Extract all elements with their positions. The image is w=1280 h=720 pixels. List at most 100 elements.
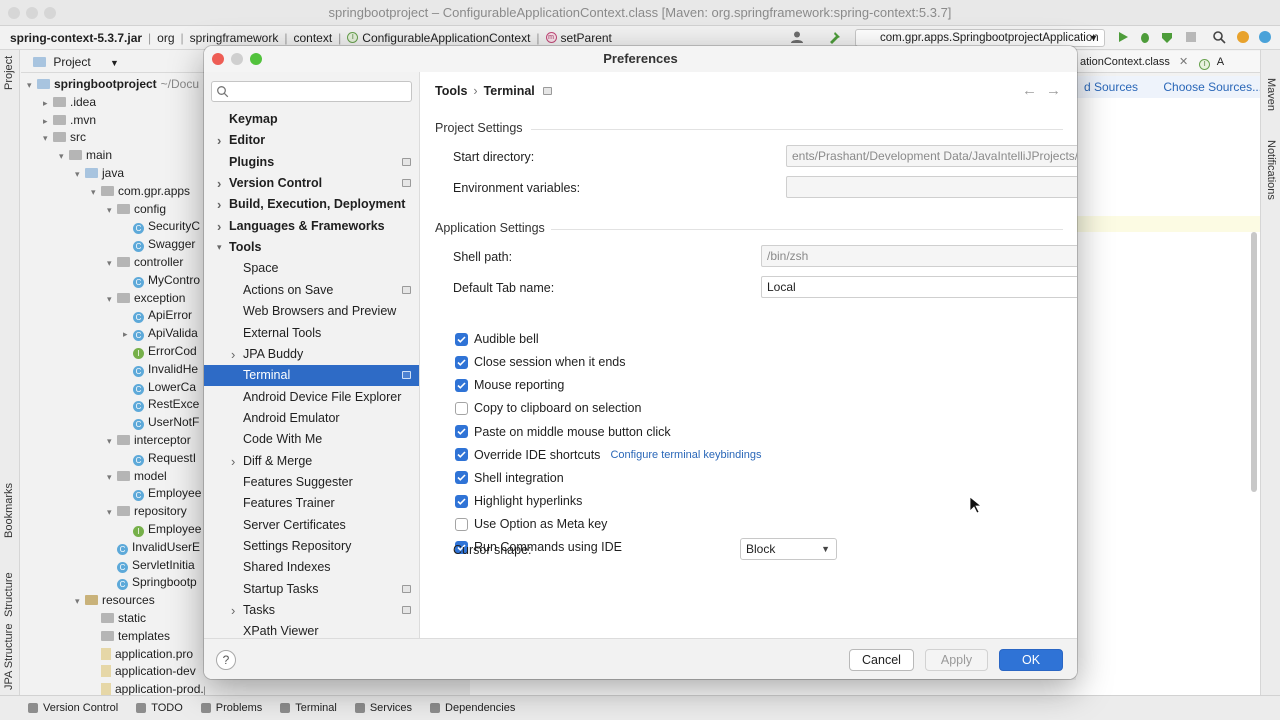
- tree-item[interactable]: I ErrorCod: [123, 342, 197, 360]
- tree-item[interactable]: ▾ java: [75, 164, 124, 182]
- tree-item[interactable]: C SecurityC: [123, 217, 200, 235]
- problems-tab[interactable]: Problems: [200, 702, 262, 714]
- sidebar-item-features-suggester[interactable]: Features Suggester: [204, 472, 419, 493]
- sidebar-item-settings-repository[interactable]: Settings Repository: [204, 536, 419, 557]
- tree-item[interactable]: C ApiError: [123, 306, 192, 324]
- expand-arrow-icon[interactable]: ▾: [59, 147, 69, 165]
- sidebar-item-external-tools[interactable]: External Tools: [204, 323, 419, 344]
- sidebar-item-shared-indexes[interactable]: Shared Indexes: [204, 557, 419, 578]
- sidebar-item-startup-tasks[interactable]: Startup Tasks: [204, 579, 419, 600]
- sidebar-item-build-execution-deployment[interactable]: › Build, Execution, Deployment: [204, 194, 419, 215]
- expand-arrow-icon[interactable]: ▾: [75, 165, 85, 183]
- tree-item[interactable]: ▾ controller: [107, 253, 183, 271]
- stop-icon[interactable]: [1184, 30, 1198, 44]
- maven-tool-tab[interactable]: Maven: [1265, 78, 1277, 111]
- tree-item[interactable]: C RequestI: [123, 449, 196, 467]
- tree-item[interactable]: C Swagger: [123, 235, 195, 253]
- chevron-right-icon[interactable]: ›: [231, 600, 241, 621]
- jpa-structure-tool-tab[interactable]: JPA Structure: [3, 624, 15, 690]
- sidebar-item-terminal[interactable]: Terminal: [204, 365, 419, 387]
- configure-keybindings-link[interactable]: Configure terminal keybindings: [610, 449, 761, 461]
- download-sources-link[interactable]: d Sources: [1076, 80, 1138, 94]
- expand-arrow-icon[interactable]: ▾: [107, 290, 117, 308]
- cursor-shape-select[interactable]: Block ▼: [740, 538, 837, 560]
- tree-item[interactable]: ▾ model: [107, 467, 167, 485]
- expand-arrow-icon[interactable]: ▸: [123, 325, 133, 343]
- sidebar-item-space[interactable]: Space: [204, 258, 419, 279]
- dependencies-tab[interactable]: Dependencies: [430, 702, 515, 714]
- ok-button[interactable]: OK: [999, 649, 1063, 671]
- sidebar-item-keymap[interactable]: Keymap: [204, 109, 419, 130]
- sidebar-item-editor[interactable]: › Editor: [204, 130, 419, 151]
- breadcrumb-jar[interactable]: spring-context-5.3.7.jar: [10, 31, 142, 45]
- breadcrumb-method[interactable]: setParent: [561, 31, 612, 45]
- checkbox-checked-icon[interactable]: [455, 332, 468, 346]
- version-control-tab[interactable]: Version Control: [28, 702, 118, 714]
- editor-tab-second[interactable]: A: [1217, 56, 1224, 68]
- tree-item[interactable]: C RestExce: [123, 395, 199, 413]
- tree-item[interactable]: ▾ com.gpr.apps: [91, 182, 190, 200]
- chevron-right-icon[interactable]: ›: [217, 194, 227, 215]
- sidebar-item-code-with-me[interactable]: Code With Me: [204, 429, 419, 450]
- tree-item[interactable]: ▸ .idea: [43, 93, 96, 111]
- checkbox-copy-to-clipboard-on-selection[interactable]: Copy to clipboard on selection: [455, 399, 641, 417]
- expand-arrow-icon[interactable]: ▾: [107, 503, 117, 521]
- tree-item[interactable]: ▸ C ApiValida: [123, 324, 198, 342]
- editor-scrollbar[interactable]: [1251, 232, 1257, 492]
- checkbox-highlight-hyperlinks[interactable]: Highlight hyperlinks: [455, 492, 582, 510]
- choose-sources-link[interactable]: Choose Sources...: [1163, 80, 1260, 94]
- expand-arrow-icon[interactable]: ▾: [107, 432, 117, 450]
- tree-item[interactable]: ▾ src: [43, 128, 86, 146]
- notifications-tool-tab[interactable]: Notifications: [1265, 140, 1277, 200]
- checkbox-override-ide-shortcuts[interactable]: Override IDE shortcuts Configure terminal…: [455, 446, 761, 464]
- breadcrumb-org[interactable]: org: [157, 31, 174, 45]
- sidebar-item-android-device-file-explorer[interactable]: Android Device File Explorer: [204, 387, 419, 408]
- checkbox-checked-icon[interactable]: [455, 471, 468, 485]
- checkbox-unchecked-icon[interactable]: [455, 401, 468, 415]
- expand-arrow-icon[interactable]: ▸: [43, 94, 53, 112]
- expand-arrow-icon[interactable]: ▾: [107, 201, 117, 219]
- editor-tab-class[interactable]: ationContext.class: [1076, 56, 1170, 68]
- settings-search-input[interactable]: [211, 81, 412, 102]
- tree-item[interactable]: application.pro: [91, 645, 193, 663]
- tree-item[interactable]: C Employee: [123, 484, 201, 502]
- checkbox-use-option-as-meta-key[interactable]: Use Option as Meta key: [455, 515, 607, 533]
- tree-item[interactable]: application-dev: [91, 662, 196, 680]
- sidebar-item-tasks[interactable]: › Tasks: [204, 600, 419, 621]
- structure-tool-tab[interactable]: Structure: [3, 572, 15, 617]
- checkbox-paste-on-middle-mouse-button-click[interactable]: Paste on middle mouse button click: [455, 423, 671, 441]
- sidebar-item-diff-merge[interactable]: › Diff & Merge: [204, 451, 419, 472]
- tree-item[interactable]: C UserNotF: [123, 413, 199, 431]
- breadcrumb-tools[interactable]: Tools: [435, 84, 467, 98]
- chevron-right-icon[interactable]: ›: [231, 451, 241, 472]
- tree-item[interactable]: C LowerCa: [123, 378, 196, 396]
- window-minimize-button[interactable]: [26, 7, 38, 19]
- expand-arrow-icon[interactable]: ▾: [107, 468, 117, 486]
- tree-item[interactable]: C ServletInitia: [107, 556, 195, 574]
- tree-item[interactable]: ▾ repository: [107, 502, 187, 520]
- checkbox-checked-icon[interactable]: [455, 425, 468, 439]
- sidebar-item-tools[interactable]: ▾ Tools: [204, 237, 419, 258]
- terminal-tab[interactable]: Terminal: [280, 702, 337, 714]
- breadcrumb-springframework[interactable]: springframework: [190, 31, 279, 45]
- expand-arrow-icon[interactable]: ▾: [107, 254, 117, 272]
- checkbox-audible-bell[interactable]: Audible bell: [455, 330, 539, 348]
- sidebar-item-actions-on-save[interactable]: Actions on Save: [204, 280, 419, 301]
- dialog-minimize-button[interactable]: [231, 53, 243, 65]
- chevron-down-icon[interactable]: ▾: [217, 237, 227, 258]
- sidebar-item-web-browsers-and-preview[interactable]: Web Browsers and Preview: [204, 301, 419, 322]
- environment-variables-field[interactable]: [786, 176, 1077, 198]
- sidebar-item-server-certificates[interactable]: Server Certificates: [204, 515, 419, 536]
- plugin-logo-icon[interactable]: [1258, 30, 1272, 44]
- tree-item[interactable]: ▾ resources: [75, 591, 155, 609]
- breadcrumb-class[interactable]: ConfigurableApplicationContext: [362, 31, 530, 45]
- tree-item[interactable]: C MyContro: [123, 271, 200, 289]
- checkbox-mouse-reporting[interactable]: Mouse reporting: [455, 376, 564, 394]
- back-arrow-icon[interactable]: ←: [1022, 82, 1037, 99]
- tree-item[interactable]: ▾ exception: [107, 289, 185, 307]
- checkbox-checked-icon[interactable]: [455, 378, 468, 392]
- editor-area[interactable]: [1076, 98, 1260, 695]
- tree-item[interactable]: ▸ .mvn: [43, 111, 96, 129]
- tree-item[interactable]: ▾ main: [59, 146, 112, 164]
- tree-item[interactable]: C Springbootp: [107, 573, 197, 591]
